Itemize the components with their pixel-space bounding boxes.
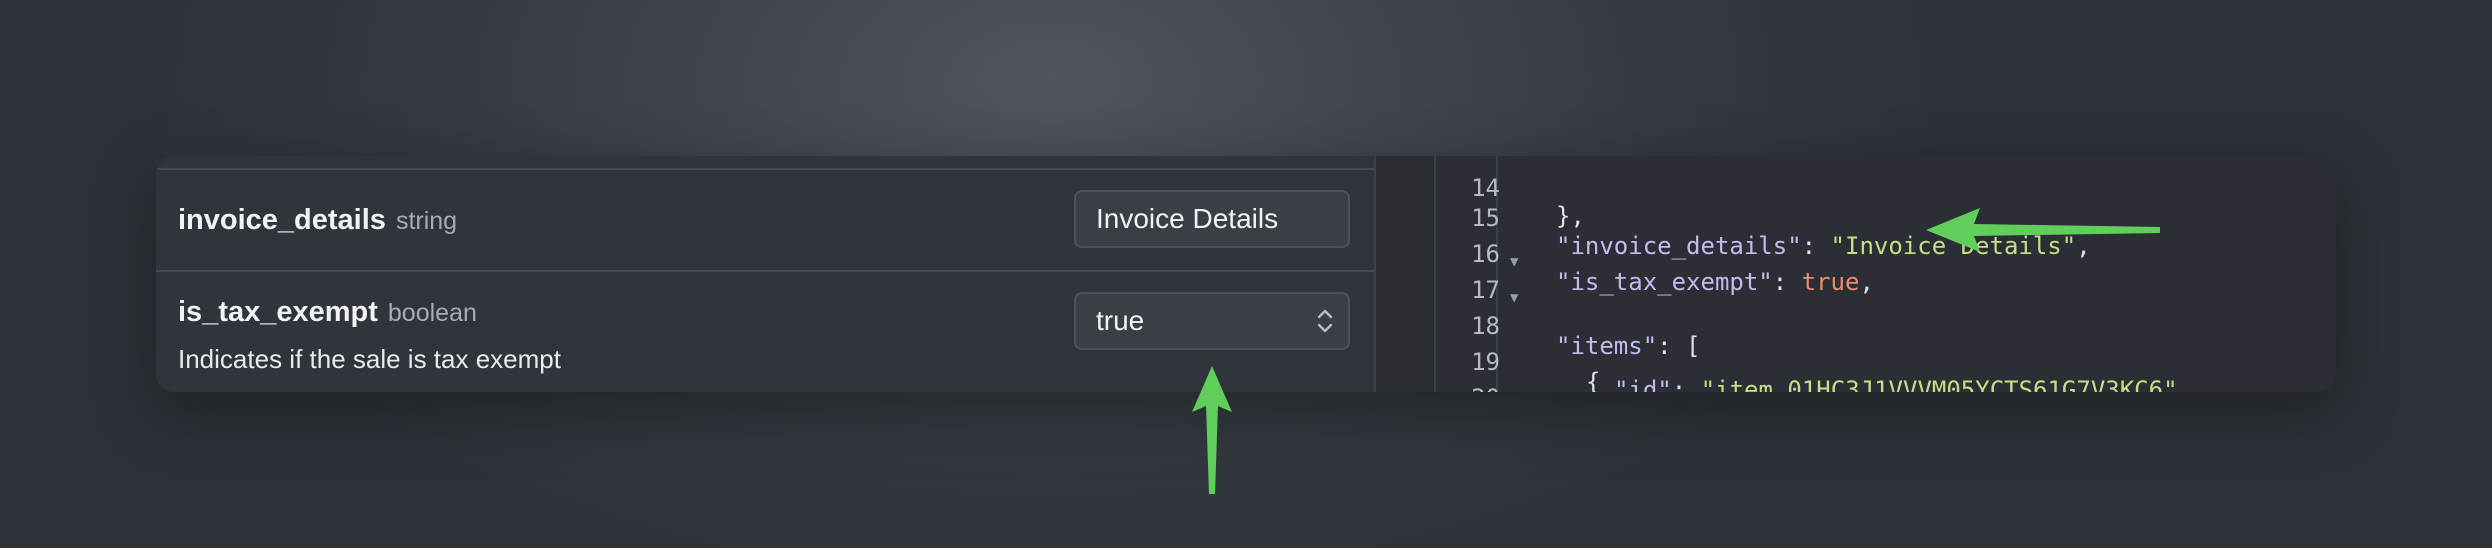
- json-key: "items": [1556, 332, 1658, 360]
- pane-gutter: [1374, 156, 1436, 392]
- divider: [156, 270, 1374, 272]
- editor-panel: invoice_details string Invoice Details is…: [156, 156, 2336, 392]
- field-name: is_tax_exempt: [178, 296, 378, 328]
- fold-triangle-icon[interactable]: ▼: [1510, 290, 1518, 306]
- is-tax-exempt-select[interactable]: true: [1074, 292, 1350, 350]
- json-separator: :: [1657, 332, 1687, 360]
- json-punct: [: [1686, 332, 1701, 360]
- chevron-up-down-icon: [1317, 309, 1333, 333]
- json-separator: :: [1671, 376, 1701, 392]
- code-text: {: [1586, 368, 1601, 392]
- field-label: invoice_details string: [178, 204, 457, 237]
- code-line: 17 ▼ "items": [: [1436, 248, 1700, 360]
- json-punct: ,: [2177, 376, 2192, 392]
- code-line: 15 "invoice_details": "Invoice Details",: [1436, 176, 2091, 260]
- field-name: invoice_details: [178, 204, 386, 236]
- select-value: true: [1096, 305, 1145, 336]
- json-string: "item_01HC3J1VVVM05YCTS61G7V3KC6": [1700, 376, 2178, 392]
- field-type: boolean: [387, 299, 477, 327]
- code-line: 16 "is_tax_exempt": true,: [1436, 212, 1874, 296]
- json-boolean: true: [1801, 268, 1860, 296]
- invoice-details-input[interactable]: Invoice Details: [1074, 190, 1350, 248]
- json-key: "invoice_details": [1556, 232, 1802, 260]
- json-key: "id": [1614, 376, 1672, 392]
- form-pane: invoice_details string Invoice Details is…: [156, 156, 1374, 392]
- code-line: 19 "id": "item_01HC3J1VVVM05YCTS61G7V3KC…: [1436, 320, 2192, 392]
- json-separator: :: [1772, 268, 1802, 296]
- code-line: 18 ▼ {: [1436, 284, 1600, 392]
- field-description: Indicates if the sale is tax exempt: [178, 344, 561, 374]
- field-label: is_tax_exempt boolean: [178, 296, 477, 329]
- divider: [156, 168, 1374, 170]
- arrow-icon: [1926, 208, 2160, 252]
- fold-triangle-icon[interactable]: ▼: [1510, 254, 1518, 270]
- code-text: },: [1556, 202, 1585, 230]
- json-key: "is_tax_exempt": [1556, 268, 1773, 296]
- code-line: 20 "quantity": 1,: [1436, 356, 1523, 392]
- json-code-view[interactable]: 14 }, 15 "invoice_details": "Invoice Det…: [1436, 156, 2336, 392]
- field-type: string: [395, 207, 458, 235]
- json-separator: :: [1801, 232, 1831, 260]
- line-number: 20: [1436, 384, 1500, 392]
- arrow-icon: [1192, 366, 1232, 494]
- json-punct: ,: [1859, 268, 1874, 296]
